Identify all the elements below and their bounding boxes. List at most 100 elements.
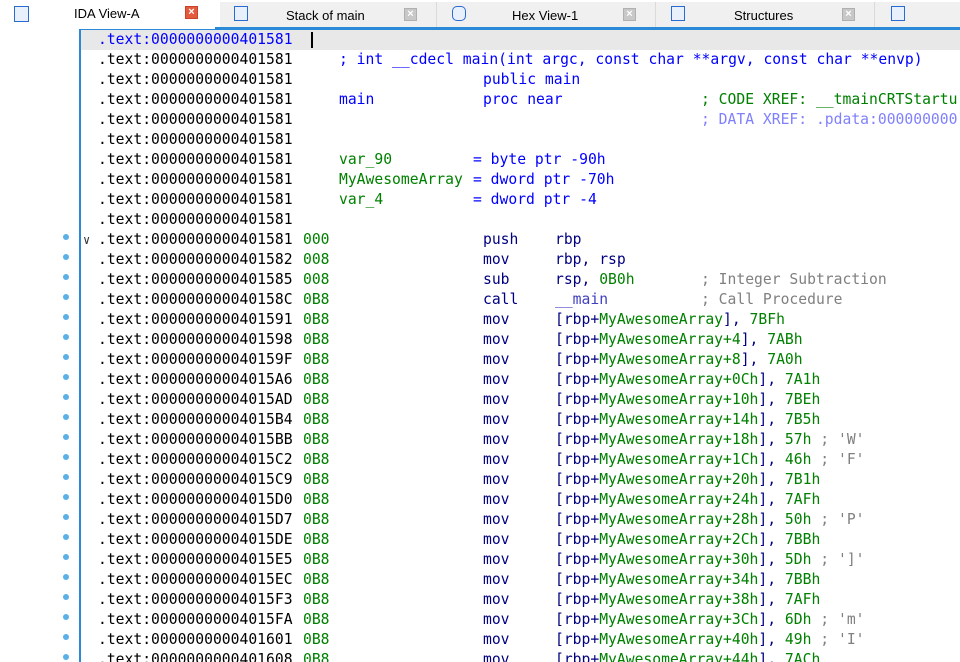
- operand-variable[interactable]: MyAwesomeArray+2Ch: [599, 531, 758, 548]
- disasm-line[interactable]: .text:0000000000401581 ; int __cdecl main…: [81, 50, 960, 70]
- disasm-line[interactable]: .text:0000000000401601 0B8 mov [rbp+MyAweso…: [81, 630, 960, 650]
- disasm-line[interactable]: .text:0000000000401608 0B8 mov [rbp+MyAweso…: [81, 650, 960, 662]
- breakpoint-dot-icon[interactable]: [63, 634, 69, 640]
- operands[interactable]: [rbp+MyAwesomeArray+30h], 5Dh ; ']': [555, 550, 865, 570]
- disasm-line[interactable]: .text:0000000000401581 ; DATA XREF: .pdat…: [81, 110, 960, 130]
- disasm-line[interactable]: .text:00000000004015BB 0B8 mov [rbp+MyAweso…: [81, 430, 960, 450]
- operand-variable[interactable]: MyAwesomeArray+18h: [599, 431, 758, 448]
- operand-variable[interactable]: MyAwesomeArray+44h: [599, 651, 758, 662]
- breakpoint-dot-icon[interactable]: [63, 454, 69, 460]
- breakpoint-dot-icon[interactable]: [63, 294, 69, 300]
- tab-structures[interactable]: Structures ×: [656, 2, 875, 28]
- tab-hex-view-1[interactable]: Hex View-1 ×: [437, 2, 656, 28]
- operand-variable[interactable]: MyAwesomeArray+4: [599, 331, 740, 348]
- disasm-line[interactable]: .text:0000000000401585 008 sub rsp, 0B0h ; I…: [81, 270, 960, 290]
- address[interactable]: .text:00000000004015FA: [98, 610, 293, 630]
- address[interactable]: .text:0000000000401581: [98, 50, 293, 70]
- address[interactable]: .text:00000000004015D0: [98, 490, 293, 510]
- disasm-line[interactable]: .text:00000000004015B4 0B8 mov [rbp+MyAweso…: [81, 410, 960, 430]
- operand-variable[interactable]: MyAwesomeArray+28h: [599, 511, 758, 528]
- operand-variable[interactable]: MyAwesomeArray+38h: [599, 591, 758, 608]
- breakpoint-dot-icon[interactable]: [63, 574, 69, 580]
- operands[interactable]: rbp, rsp: [555, 250, 626, 270]
- disasm-line[interactable]: .text:0000000000401581 ∨ 000 push rbp: [81, 230, 960, 250]
- breakpoint-dot-icon[interactable]: [63, 354, 69, 360]
- operand-variable[interactable]: MyAwesomeArray+3Ch: [599, 611, 758, 628]
- disasm-line[interactable]: .text:0000000000401581: [81, 130, 960, 150]
- view-list-icon[interactable]: [14, 6, 29, 22]
- breakpoint-dot-icon[interactable]: [63, 554, 69, 560]
- operand-variable[interactable]: MyAwesomeArray+1Ch: [599, 451, 758, 468]
- breakpoint-dot-icon[interactable]: [63, 254, 69, 260]
- address[interactable]: .text:0000000000401581: [98, 150, 293, 170]
- address[interactable]: .text:00000000004015D7: [98, 510, 293, 530]
- disasm-line[interactable]: .text:0000000000401581: [81, 210, 960, 230]
- address[interactable]: .text:000000000040159F: [98, 350, 293, 370]
- operand-variable[interactable]: MyAwesomeArray+0Ch: [599, 371, 758, 388]
- operand-variable[interactable]: MyAwesomeArray+20h: [599, 471, 758, 488]
- disasm-line[interactable]: .text:0000000000401598 0B8 mov [rbp+MyAweso…: [81, 330, 960, 350]
- address[interactable]: .text:00000000004015B4: [98, 410, 293, 430]
- disasm-line[interactable]: .text:00000000004015C9 0B8 mov [rbp+MyAweso…: [81, 470, 960, 490]
- disasm-line[interactable]: .text:00000000004015D0 0B8 mov [rbp+MyAweso…: [81, 490, 960, 510]
- disasm-line[interactable]: .text:0000000000401581 MyAwesomeArray = dw…: [81, 170, 960, 190]
- tab-stack-of-main[interactable]: Stack of main ×: [220, 2, 437, 28]
- operand-variable[interactable]: MyAwesomeArray+30h: [599, 551, 758, 568]
- breakpoint-dot-icon[interactable]: [63, 654, 69, 660]
- operands[interactable]: [rbp+MyAwesomeArray+3Ch], 6Dh ; 'm': [555, 610, 865, 630]
- address[interactable]: .text:00000000004015DE: [98, 530, 293, 550]
- address[interactable]: .text:0000000000401581: [98, 30, 293, 50]
- address[interactable]: .text:0000000000401582: [98, 250, 293, 270]
- operand-variable[interactable]: MyAwesomeArray+10h: [599, 391, 758, 408]
- address[interactable]: .text:00000000004015A6: [98, 370, 293, 390]
- breakpoint-dot-icon[interactable]: [63, 314, 69, 320]
- operand-variable[interactable]: MyAwesomeArray+8: [599, 351, 740, 368]
- address[interactable]: .text:0000000000401608: [98, 650, 293, 662]
- operands[interactable]: [rbp+MyAwesomeArray+24h], 7AFh: [555, 490, 820, 510]
- tab-enums[interactable]: [875, 2, 960, 28]
- disasm-line[interactable]: .text:000000000040158C 0B8 call __main ; Cal…: [81, 290, 960, 310]
- disasm-line[interactable]: .text:00000000004015F3 0B8 mov [rbp+MyAweso…: [81, 590, 960, 610]
- breakpoint-dot-icon[interactable]: [63, 414, 69, 420]
- disasm-line[interactable]: .text:00000000004015C2 0B8 mov [rbp+MyAweso…: [81, 450, 960, 470]
- operands[interactable]: [rbp+MyAwesomeArray+38h], 7AFh: [555, 590, 820, 610]
- disasm-line[interactable]: .text:00000000004015E5 0B8 mov [rbp+MyAweso…: [81, 550, 960, 570]
- operand-variable[interactable]: MyAwesomeArray+40h: [599, 631, 758, 648]
- operands[interactable]: [rbp+MyAwesomeArray+8], 7A0h: [555, 350, 803, 370]
- address[interactable]: .text:0000000000401581: [98, 90, 293, 110]
- operands[interactable]: [rbp+MyAwesomeArray+2Ch], 7BBh: [555, 530, 820, 550]
- address[interactable]: .text:0000000000401581: [98, 170, 293, 190]
- disassembly-view[interactable]: .text:0000000000401581 .text:000000000040…: [79, 29, 960, 662]
- operands[interactable]: [rbp+MyAwesomeArray+1Ch], 46h ; 'F': [555, 450, 865, 470]
- disasm-line[interactable]: .text:0000000000401581: [81, 30, 960, 50]
- operands[interactable]: [rbp+MyAwesomeArray+0Ch], 7A1h: [555, 370, 820, 390]
- disasm-line[interactable]: .text:00000000004015D7 0B8 mov [rbp+MyAweso…: [81, 510, 960, 530]
- operand-variable[interactable]: MyAwesomeArray+34h: [599, 571, 758, 588]
- disasm-line[interactable]: .text:00000000004015A6 0B8 mov [rbp+MyAweso…: [81, 370, 960, 390]
- breakpoint-dot-icon[interactable]: [63, 234, 69, 240]
- close-icon[interactable]: ×: [623, 8, 636, 21]
- close-icon[interactable]: ×: [404, 8, 417, 21]
- address[interactable]: .text:00000000004015E5: [98, 550, 293, 570]
- disasm-line[interactable]: .text:0000000000401582 008 mov rbp, rsp: [81, 250, 960, 270]
- breakpoint-dot-icon[interactable]: [63, 494, 69, 500]
- breakpoint-dot-icon[interactable]: [63, 274, 69, 280]
- breakpoint-dot-icon[interactable]: [63, 534, 69, 540]
- operands[interactable]: [rbp+MyAwesomeArray+44h], 7ACh: [555, 650, 820, 662]
- address[interactable]: .text:0000000000401591: [98, 310, 293, 330]
- operands[interactable]: [rbp+MyAwesomeArray+34h], 7BBh: [555, 570, 820, 590]
- operands[interactable]: __main: [555, 290, 608, 310]
- operands[interactable]: rsp, 0B0h: [555, 270, 635, 290]
- disasm-line[interactable]: .text:00000000004015EC 0B8 mov [rbp+MyAweso…: [81, 570, 960, 590]
- disasm-line[interactable]: .text:000000000040159F 0B8 mov [rbp+MyAweso…: [81, 350, 960, 370]
- address[interactable]: .text:000000000040158C: [98, 290, 293, 310]
- close-icon[interactable]: ×: [842, 8, 855, 21]
- operands[interactable]: [rbp+MyAwesomeArray+18h], 57h ; 'W': [555, 430, 865, 450]
- address[interactable]: .text:00000000004015EC: [98, 570, 293, 590]
- address[interactable]: .text:00000000004015AD: [98, 390, 293, 410]
- address[interactable]: .text:00000000004015BB: [98, 430, 293, 450]
- address[interactable]: .text:00000000004015C9: [98, 470, 293, 490]
- breakpoint-dot-icon[interactable]: [63, 374, 69, 380]
- disasm-line[interactable]: .text:0000000000401581 var_90 = byte ptr -…: [81, 150, 960, 170]
- breakpoint-dot-icon[interactable]: [63, 474, 69, 480]
